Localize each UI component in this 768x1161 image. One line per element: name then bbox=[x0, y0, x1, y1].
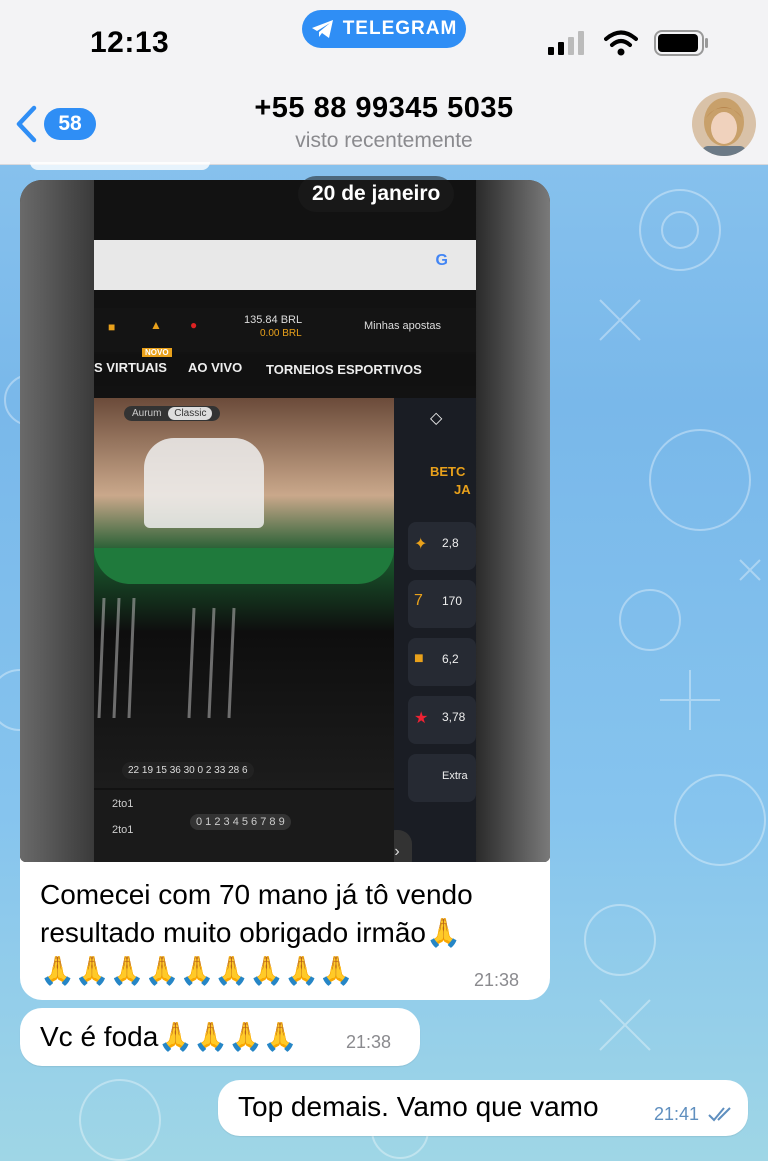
user-icon: ● bbox=[190, 318, 198, 332]
media-message[interactable]: G ■ ▲ ● 135.84 BRL 0.00 BRL Minhas apost… bbox=[20, 180, 550, 1000]
photo-blur-right bbox=[476, 180, 550, 862]
status-time: 12:13 bbox=[90, 26, 170, 59]
status-bar: 12:13 TELEGRAM bbox=[0, 0, 768, 80]
row-2to1-b: 2to1 bbox=[112, 824, 134, 836]
message-text: Top demais. Vamo que vamo bbox=[238, 1091, 599, 1122]
nav-ao-vivo: AO VIVO bbox=[188, 360, 243, 375]
mode-aurum: Aurum bbox=[132, 408, 162, 419]
cellular-signal-icon bbox=[548, 31, 584, 55]
recent-results: 22 19 15 36 30 0 2 33 28 6 bbox=[122, 762, 254, 779]
telegram-icon bbox=[311, 20, 333, 38]
bonus-balance: 0.00 BRL bbox=[260, 328, 302, 339]
game-icon-1: ✦ bbox=[414, 536, 428, 553]
novo-tag: NOVO bbox=[142, 348, 172, 357]
contact-status: visto recentemente bbox=[295, 129, 473, 152]
brand-fragment-2: JA bbox=[454, 482, 471, 497]
message-text: Vc é foda🙏🙏🙏🙏 bbox=[40, 1021, 298, 1052]
caption-line-3: 🙏🙏🙏🙏🙏🙏🙏🙏🙏 bbox=[40, 955, 354, 986]
bell-icon: ▲ bbox=[150, 318, 162, 332]
nav-torneios: TORNEIOS ESPORTIVOS bbox=[266, 362, 422, 377]
caption-line-1: Comecei com 70 mano já tô vendo bbox=[40, 879, 473, 910]
message-time: 21:41 bbox=[654, 1104, 700, 1124]
game-icon-3: ■ bbox=[414, 650, 424, 667]
balance: 135.84 BRL bbox=[244, 314, 303, 326]
gift-icon: ■ bbox=[108, 320, 116, 334]
incoming-message[interactable]: Vc é foda🙏🙏🙏🙏 21:38 bbox=[20, 1008, 420, 1066]
wifi-icon bbox=[604, 30, 638, 56]
previous-message-edge bbox=[30, 162, 210, 170]
message-time: 21:38 bbox=[346, 1032, 392, 1052]
table-shadow-stripes bbox=[97, 597, 236, 719]
extra-chance: Extra bbox=[442, 770, 468, 782]
browser-toolbar: G bbox=[94, 240, 476, 290]
mode-classic: Classic bbox=[168, 407, 213, 420]
chat-header: 58 +55 88 99345 5035 visto recentemente bbox=[0, 80, 768, 165]
photo-blur-left bbox=[20, 180, 94, 862]
google-icon: G bbox=[435, 252, 448, 269]
chip-digits: 0 1 2 3 4 5 6 7 8 9 bbox=[190, 814, 291, 830]
outgoing-message[interactable]: Top demais. Vamo que vamo 21:41 bbox=[218, 1080, 748, 1136]
live-dealer-video: Aurum Classic 22 19 15 36 30 0 2 33 28 6 bbox=[94, 398, 394, 788]
caption-line-2: resultado muito obrigado irmão🙏 bbox=[40, 917, 461, 948]
nav-virtuais: S VIRTUAIS bbox=[94, 360, 167, 375]
battery-icon bbox=[654, 30, 708, 56]
my-bets-link: Minhas apostas bbox=[364, 320, 442, 332]
contact-name: +55 88 99345 5035 bbox=[254, 92, 514, 124]
contact-info[interactable]: +55 88 99345 5035 visto recentemente bbox=[0, 92, 768, 153]
date-chip: 20 de janeiro bbox=[298, 176, 455, 212]
brand-fragment: BETC bbox=[430, 464, 466, 479]
star-icon: ★ bbox=[414, 710, 429, 727]
diamond-icon: ◇ bbox=[430, 410, 443, 427]
jackpot-value-4: 3,78 bbox=[442, 710, 466, 724]
row-2to1-a: 2to1 bbox=[112, 798, 134, 810]
jackpot-value-3: 6,2 bbox=[442, 652, 459, 666]
telegram-pill[interactable]: TELEGRAM bbox=[302, 10, 466, 48]
photographed-screen: G ■ ▲ ● 135.84 BRL 0.00 BRL Minhas apost… bbox=[94, 180, 476, 862]
message-time: 21:38 bbox=[474, 970, 520, 990]
dealer-figure bbox=[144, 438, 264, 528]
photo-attachment[interactable]: G ■ ▲ ● 135.84 BRL 0.00 BRL Minhas apost… bbox=[20, 180, 550, 862]
table-felt bbox=[94, 548, 394, 584]
game-icon-2: 7 bbox=[414, 592, 423, 609]
avatar-image bbox=[692, 92, 756, 156]
contact-avatar[interactable] bbox=[692, 92, 756, 156]
telegram-pill-label: TELEGRAM bbox=[342, 18, 458, 39]
double-check-icon bbox=[708, 1107, 731, 1122]
jackpot-value-1: 2,8 bbox=[442, 536, 459, 550]
jackpot-value-2: 170 bbox=[442, 594, 463, 608]
